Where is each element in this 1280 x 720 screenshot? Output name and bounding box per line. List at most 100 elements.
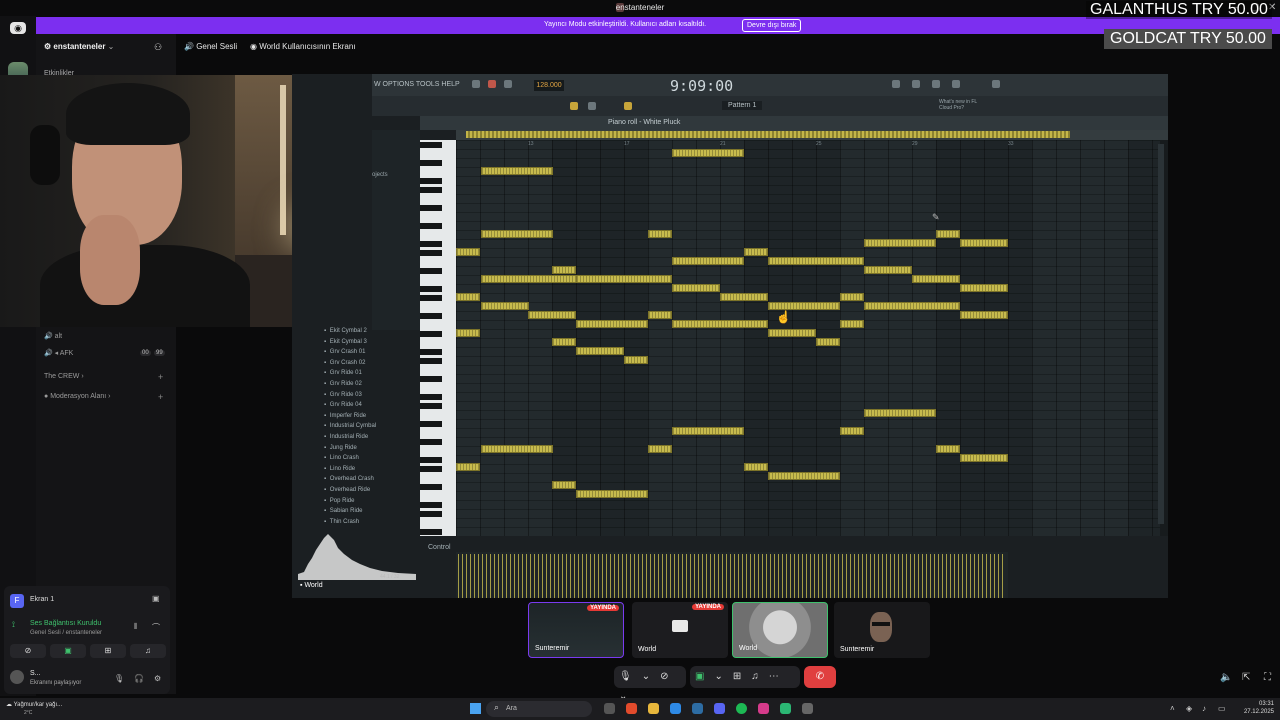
midi-note[interactable] (864, 409, 936, 417)
black-key[interactable] (420, 223, 442, 229)
soundboard-button[interactable]: ♫ (130, 644, 166, 658)
black-key[interactable] (420, 313, 442, 319)
black-key[interactable] (420, 268, 442, 274)
mixer-icon[interactable] (892, 80, 900, 88)
disable-streamer-mode-button[interactable]: Devre dışı bırak (742, 19, 802, 32)
black-key[interactable] (420, 331, 442, 337)
black-key[interactable] (420, 394, 442, 400)
fl-news[interactable]: What's new in FL Cloud Pro? (939, 99, 981, 111)
user-name[interactable]: S... (30, 670, 41, 677)
midi-note[interactable] (528, 311, 576, 319)
black-key[interactable] (420, 286, 442, 292)
server-name[interactable]: ⚙ enstanteneler ⌄ (44, 42, 114, 51)
midi-note[interactable] (960, 239, 1008, 247)
midi-note[interactable] (840, 427, 864, 435)
browser-item[interactable]: ▪ Overhead Crash (324, 476, 374, 482)
black-key[interactable] (420, 187, 442, 193)
midi-note[interactable] (456, 293, 480, 301)
browser-item[interactable]: ▪ Lino Ride (324, 466, 355, 472)
participant-tile[interactable]: Sunteremir (834, 602, 930, 658)
discord-icon[interactable] (714, 703, 725, 714)
pattern-selector[interactable]: Pattern 1 (722, 101, 763, 110)
midi-note[interactable] (456, 248, 480, 256)
black-key[interactable] (420, 376, 442, 382)
midi-note[interactable] (744, 248, 768, 256)
add-member-icon[interactable]: ⚇ (154, 42, 162, 53)
midi-note[interactable] (672, 427, 744, 435)
disconnect-button[interactable]: ✆ (804, 666, 836, 688)
participant-tile[interactable]: YAYINDA Sunteremir (528, 602, 624, 658)
black-key[interactable] (420, 511, 442, 517)
disconnect-icon[interactable]: ⌒ (152, 622, 160, 633)
midi-note[interactable] (552, 266, 576, 274)
black-key[interactable] (420, 349, 442, 355)
screen-label[interactable]: Ekran 1 (30, 596, 54, 603)
piano-keyboard[interactable] (420, 140, 456, 536)
weather-widget[interactable]: ☁ Yağmur/kar yağı... (6, 701, 62, 708)
black-key[interactable] (420, 421, 442, 427)
pencil-tool-icon[interactable] (624, 102, 632, 110)
search-box[interactable]: ⌕ Ara (486, 701, 592, 717)
midi-note[interactable] (936, 230, 960, 238)
chevron-down-icon[interactable]: ⌄ (714, 671, 722, 682)
record-icon[interactable] (488, 80, 496, 88)
browser-item[interactable]: ▪ Grv Crash 01 (324, 349, 365, 355)
midi-note[interactable] (960, 311, 1008, 319)
app-icon[interactable] (780, 703, 791, 714)
stop-icon[interactable] (504, 80, 512, 88)
midi-note[interactable] (840, 293, 864, 301)
loop-region[interactable] (466, 131, 1070, 138)
channel-afk[interactable]: 🔊 ◂ AFK (44, 349, 73, 357)
chevron-down-icon[interactable]: ⌄ (642, 671, 650, 682)
midi-note[interactable] (456, 329, 480, 337)
screen-share-view[interactable]: W OPTIONS TOOLS HELP 128.000 9:09:00 Pat… (292, 74, 1168, 598)
midi-note[interactable] (672, 257, 744, 265)
black-key[interactable] (420, 484, 442, 490)
note-grid[interactable] (456, 140, 1168, 536)
black-key[interactable] (420, 457, 442, 463)
camera-button[interactable]: ⊘ (10, 644, 46, 658)
plugin-icon[interactable] (992, 80, 1000, 88)
midi-note[interactable] (648, 445, 672, 453)
black-key[interactable] (420, 358, 442, 364)
midi-note[interactable] (481, 167, 553, 175)
browser-item[interactable]: ▪ Ekit Cymbal 2 (324, 328, 367, 334)
browser-item[interactable]: ▪ Grv Ride 02 (324, 381, 362, 387)
midi-note[interactable] (744, 463, 768, 471)
midi-note[interactable] (768, 257, 864, 265)
add-channel-icon[interactable]: + (158, 372, 163, 382)
midi-note[interactable] (481, 302, 529, 310)
midi-note[interactable] (720, 293, 768, 301)
control-label[interactable]: Control (428, 544, 451, 551)
black-key[interactable] (420, 178, 442, 184)
midi-note[interactable] (624, 356, 648, 364)
midi-note[interactable] (936, 445, 960, 453)
browser-icon[interactable] (952, 80, 960, 88)
snap-icon[interactable] (570, 102, 578, 110)
midi-note[interactable] (768, 472, 840, 480)
more-icon[interactable]: ⋯ (769, 671, 779, 682)
noise-suppression-icon[interactable]: ⦀ (134, 622, 138, 632)
headphones-icon[interactable]: 🎧 (134, 674, 144, 683)
browser-item[interactable]: ▪ Industrial Cymbal (324, 423, 376, 429)
browser-item[interactable]: ▪ Pop Ride (324, 498, 354, 504)
midi-note[interactable] (672, 320, 768, 328)
black-key[interactable] (420, 142, 442, 148)
browser-item[interactable]: ▪ Grv Crash 02 (324, 360, 365, 366)
midi-note[interactable] (648, 230, 672, 238)
wifi-icon[interactable]: ◈ (1186, 704, 1192, 713)
activities-icon[interactable]: ⊞ (733, 671, 741, 682)
midi-note[interactable] (481, 445, 553, 453)
midi-note[interactable] (768, 302, 840, 310)
midi-note[interactable] (840, 320, 864, 328)
midi-note[interactable] (576, 275, 672, 283)
browser-item[interactable]: ▪ Grv Ride 04 (324, 402, 362, 408)
black-key[interactable] (420, 295, 442, 301)
midi-note[interactable] (912, 275, 960, 283)
midi-note[interactable] (672, 149, 744, 157)
midi-note[interactable] (576, 490, 648, 498)
midi-note[interactable] (864, 302, 960, 310)
discord-home-icon[interactable]: ◉ (10, 22, 26, 34)
midi-note[interactable] (816, 338, 840, 346)
voice-connected-status[interactable]: Ses Bağlantısı Kuruldu (30, 620, 101, 627)
